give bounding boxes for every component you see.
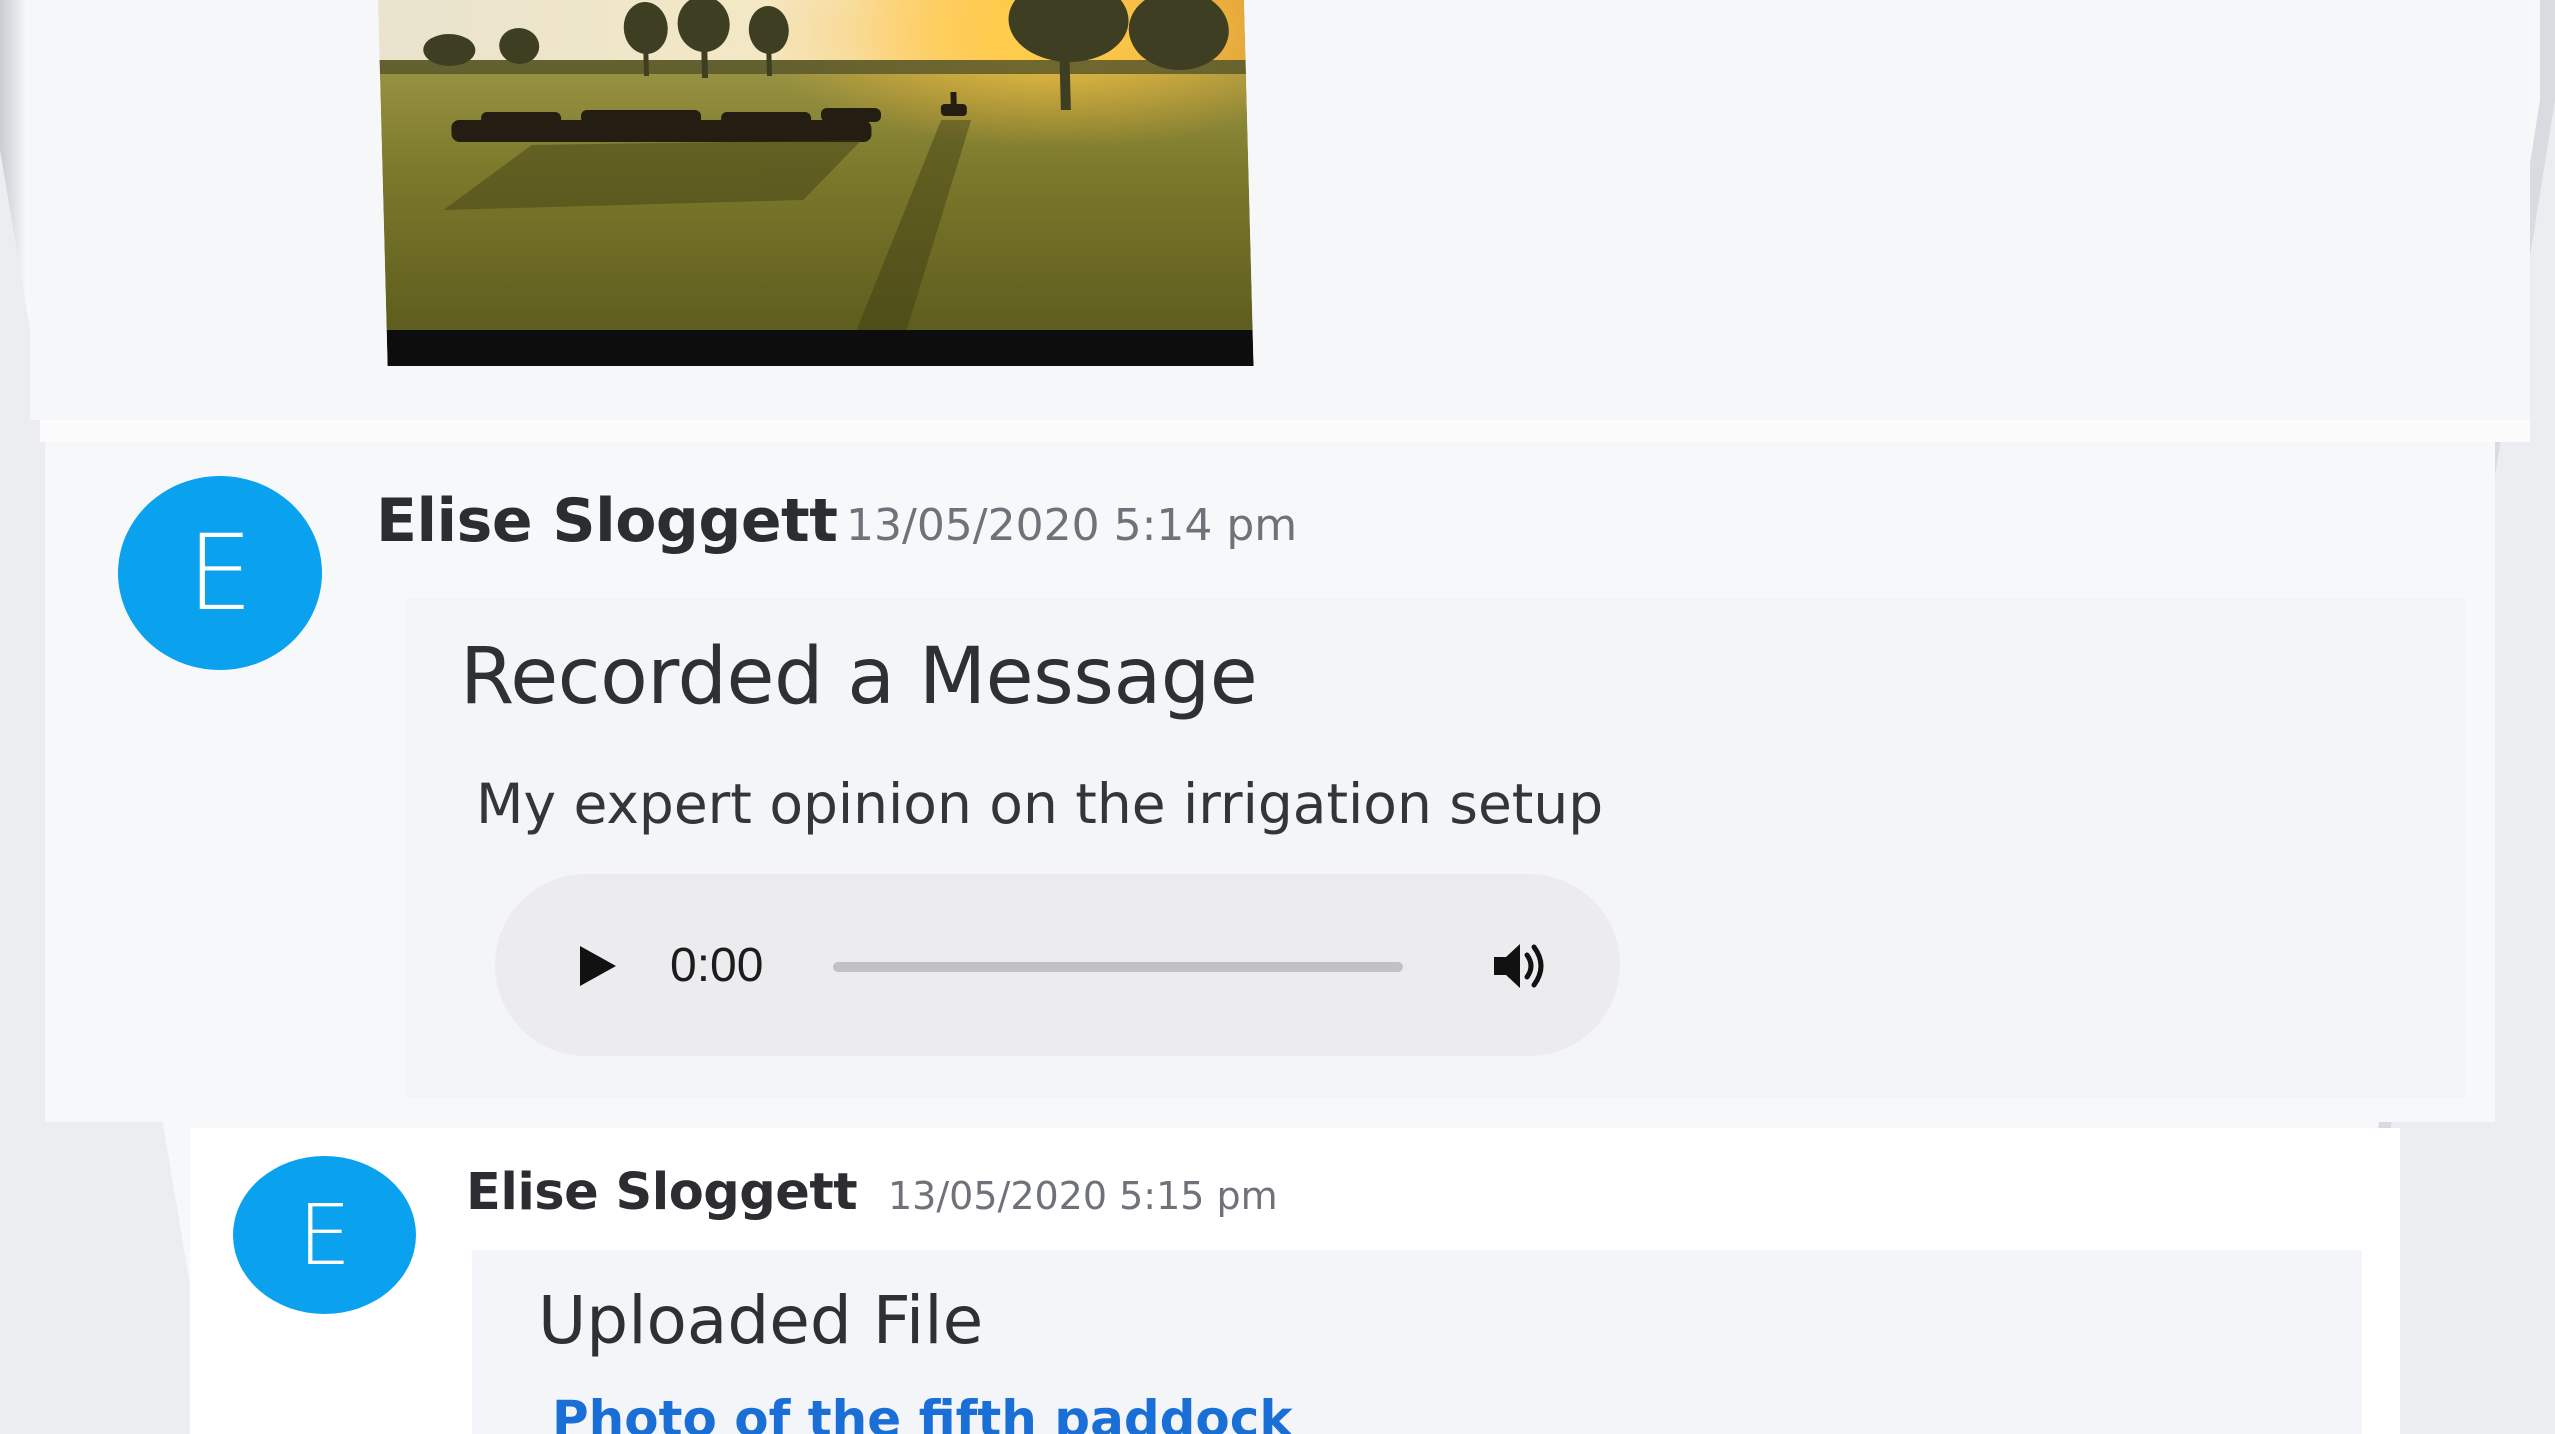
- app-viewport: E Elise Sloggett 13/05/2020 5:14 pm Reco…: [0, 0, 2555, 1434]
- play-button[interactable]: [572, 940, 622, 992]
- avatar[interactable]: E: [118, 476, 322, 670]
- play-icon: [580, 946, 616, 986]
- volume-button[interactable]: [1490, 938, 1550, 994]
- message-title: Recorded a Message: [460, 632, 1258, 722]
- message-description: My expert opinion on the irrigation setu…: [476, 772, 1604, 836]
- photo-attachment[interactable]: [378, 0, 1254, 366]
- avatar-letter: E: [297, 1186, 352, 1284]
- volume-icon: [1494, 944, 1544, 988]
- file-link[interactable]: Photo of the fifth paddock: [552, 1390, 1293, 1434]
- author-name[interactable]: Elise Sloggett: [466, 1163, 858, 1222]
- paddock-photo: [378, 0, 1254, 366]
- message-timestamp: 13/05/2020 5:15 pm: [888, 1174, 1278, 1218]
- message-title: Uploaded File: [538, 1282, 984, 1359]
- audio-current-time: 0:00: [670, 939, 764, 992]
- message-timestamp: 13/05/2020 5:14 pm: [846, 500, 1298, 551]
- feed-divider: [40, 420, 2530, 442]
- audio-progress-slider[interactable]: [833, 962, 1403, 972]
- author-name[interactable]: Elise Sloggett: [376, 486, 838, 556]
- avatar-letter: E: [187, 512, 253, 634]
- avatar[interactable]: E: [233, 1156, 416, 1314]
